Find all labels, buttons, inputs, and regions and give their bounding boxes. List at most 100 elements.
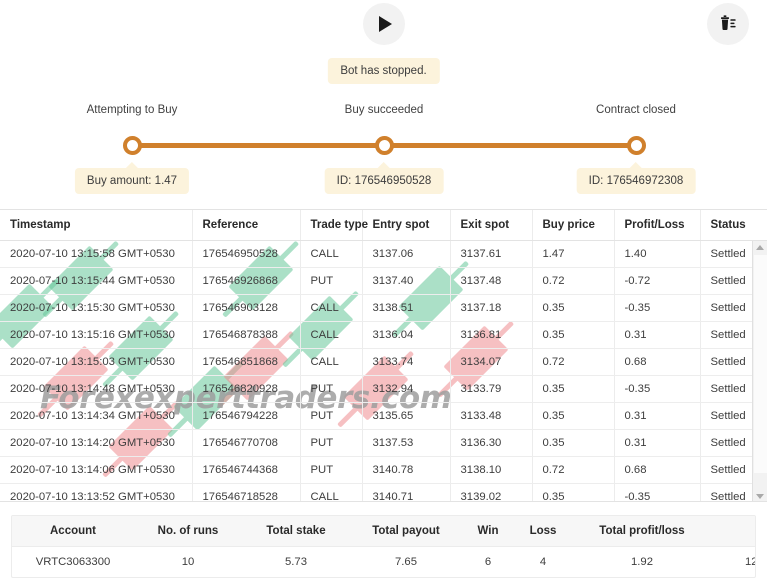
- cell-timestamp: 2020-07-10 13:13:52 GMT+0530: [0, 483, 193, 501]
- summary-win: 6: [484, 556, 492, 568]
- cell-profit-loss: 0.31: [614, 429, 701, 457]
- cell-buy-price: 0.72: [532, 348, 615, 376]
- summary-col-balance: Balance: [712, 516, 755, 547]
- cell-trade-type: CALL: [300, 240, 363, 268]
- summary-account: VRTC3063300: [35, 556, 111, 568]
- run-bot-button[interactable]: [363, 3, 405, 45]
- transactions-table: Timestamp Reference Trade type Entry spo…: [0, 210, 767, 501]
- timeline-step-label-2: Contract closed: [596, 104, 676, 116]
- run-progress-timeline: Attempting to Buy Buy succeeded Contract…: [0, 100, 767, 205]
- table-vertical-scrollbar[interactable]: [752, 241, 767, 501]
- timeline-tooltip-0: Buy amount: 1.47: [74, 162, 190, 194]
- table-row[interactable]: 2020-07-10 13:15:44 GMT+0530 17654692686…: [0, 267, 767, 295]
- col-status: Status: [700, 210, 767, 241]
- cell-exit-spot: 3133.48: [450, 402, 533, 430]
- cell-exit-spot: 3138.10: [450, 456, 533, 484]
- timeline-tooltip-2: ID: 176546972308: [576, 162, 696, 194]
- cell-buy-price: 0.72: [532, 267, 615, 295]
- cell-trade-type: PUT: [300, 429, 363, 457]
- cell-profit-loss: 0.31: [614, 402, 701, 430]
- scroll-down-arrow-icon[interactable]: [756, 494, 764, 499]
- table-row[interactable]: 2020-07-10 13:14:48 GMT+0530 17654682092…: [0, 375, 767, 403]
- cell-exit-spot: 3136.30: [450, 429, 533, 457]
- col-buy-price: Buy price: [532, 210, 615, 241]
- summary-col-no-of-runs: No. of runs: [134, 516, 242, 547]
- cell-buy-price: 0.35: [532, 321, 615, 349]
- cell-timestamp: 2020-07-10 13:14:06 GMT+0530: [0, 456, 193, 484]
- summary-panel: Account No. of runs Total stake Total pa…: [11, 515, 756, 578]
- cell-entry-spot: 3140.71: [362, 483, 451, 501]
- summary-header-row: Account No. of runs Total stake Total pa…: [12, 516, 755, 547]
- cell-trade-type: PUT: [300, 267, 363, 295]
- cell-buy-price: 0.72: [532, 456, 615, 484]
- cell-timestamp: 2020-07-10 13:14:20 GMT+0530: [0, 429, 193, 457]
- cell-timestamp: 2020-07-10 13:15:03 GMT+0530: [0, 348, 193, 376]
- cell-buy-price: 0.35: [532, 375, 615, 403]
- cell-reference: 176546851868: [192, 348, 301, 376]
- cell-exit-spot: 3137.48: [450, 267, 533, 295]
- table-row[interactable]: 2020-07-10 13:14:20 GMT+0530 17654677070…: [0, 429, 767, 457]
- col-trade-type: Trade type: [300, 210, 368, 241]
- summary-col-loss: Loss: [514, 516, 572, 547]
- play-icon: [379, 16, 392, 32]
- summary-no-of-runs: 10: [181, 556, 195, 568]
- col-profit-loss: Profit/Loss: [614, 210, 701, 241]
- cell-exit-spot: 3133.79: [450, 375, 533, 403]
- cell-exit-spot: 3136.81: [450, 321, 533, 349]
- timeline-node-1[interactable]: [375, 136, 394, 155]
- cell-exit-spot: 3137.18: [450, 294, 533, 322]
- table-row[interactable]: 2020-07-10 13:15:16 GMT+0530 17654687838…: [0, 321, 767, 349]
- cell-buy-price: 1.47: [532, 240, 615, 268]
- cell-reference: 176546770708: [192, 429, 301, 457]
- cell-timestamp: 2020-07-10 13:14:34 GMT+0530: [0, 402, 193, 430]
- timeline-node-2[interactable]: [627, 136, 646, 155]
- table-header-row: Timestamp Reference Trade type Entry spo…: [0, 210, 767, 241]
- cell-entry-spot: 3132.94: [362, 375, 451, 403]
- cell-exit-spot: 3139.02: [450, 483, 533, 501]
- cell-exit-spot: 3134.07: [450, 348, 533, 376]
- cell-timestamp: 2020-07-10 13:14:48 GMT+0530: [0, 375, 193, 403]
- cell-profit-loss: -0.35: [614, 375, 701, 403]
- cell-entry-spot: 3137.06: [362, 240, 451, 268]
- transactions-table-body: 2020-07-10 13:15:58 GMT+0530 17654695052…: [0, 240, 767, 501]
- cell-profit-loss: -0.35: [614, 483, 701, 501]
- cell-buy-price: 0.35: [532, 429, 615, 457]
- cell-timestamp: 2020-07-10 13:15:44 GMT+0530: [0, 267, 193, 295]
- bot-run-panel: Bot has stopped. Attempting to Buy Buy s…: [0, 0, 767, 588]
- summary-total-payout: 7.65: [395, 556, 417, 568]
- table-row[interactable]: 2020-07-10 13:15:03 GMT+0530 17654685186…: [0, 348, 767, 376]
- bot-status-message: Bot has stopped.: [327, 58, 440, 84]
- cell-profit-loss: -0.35: [614, 294, 701, 322]
- transactions-table-container: Forexexperttraders.com Timestamp Referen…: [0, 209, 767, 502]
- cell-trade-type: PUT: [300, 456, 363, 484]
- table-row[interactable]: 2020-07-10 13:15:58 GMT+0530 17654695052…: [0, 240, 767, 268]
- cell-trade-type: CALL: [300, 483, 363, 501]
- summary-loss: 4: [539, 556, 547, 568]
- cell-buy-price: 0.35: [532, 483, 615, 501]
- table-row[interactable]: 2020-07-10 13:15:30 GMT+0530 17654690312…: [0, 294, 767, 322]
- cell-reference: 176546718528: [192, 483, 301, 501]
- scroll-up-arrow-icon[interactable]: [756, 245, 764, 250]
- cell-buy-price: 0.35: [532, 402, 615, 430]
- scrollbar-thumb[interactable]: [754, 255, 767, 473]
- trash-list-icon: [721, 15, 736, 30]
- summary-col-total-payout: Total payout: [350, 516, 462, 547]
- cell-trade-type: CALL: [300, 294, 363, 322]
- table-row[interactable]: 2020-07-10 13:13:52 GMT+0530 17654671852…: [0, 483, 767, 501]
- cell-entry-spot: 3138.51: [362, 294, 451, 322]
- cell-reference: 176546794228: [192, 402, 301, 430]
- cell-trade-type: PUT: [300, 375, 363, 403]
- table-row[interactable]: 2020-07-10 13:14:34 GMT+0530 17654679422…: [0, 402, 767, 430]
- cell-entry-spot: 3137.40: [362, 267, 451, 295]
- summary-table: Account No. of runs Total stake Total pa…: [12, 516, 755, 577]
- timeline-node-0[interactable]: [123, 136, 142, 155]
- table-row[interactable]: 2020-07-10 13:14:06 GMT+0530 17654674436…: [0, 456, 767, 484]
- cell-timestamp: 2020-07-10 13:15:16 GMT+0530: [0, 321, 193, 349]
- col-reference: Reference: [192, 210, 301, 241]
- timeline-step-label-1: Buy succeeded: [344, 104, 424, 116]
- cell-reference: 176546820928: [192, 375, 301, 403]
- cell-entry-spot: 3137.53: [362, 429, 451, 457]
- cell-entry-spot: 3135.65: [362, 402, 451, 430]
- clear-transactions-button[interactable]: [707, 3, 749, 45]
- summary-total-stake: 5.73: [285, 556, 307, 568]
